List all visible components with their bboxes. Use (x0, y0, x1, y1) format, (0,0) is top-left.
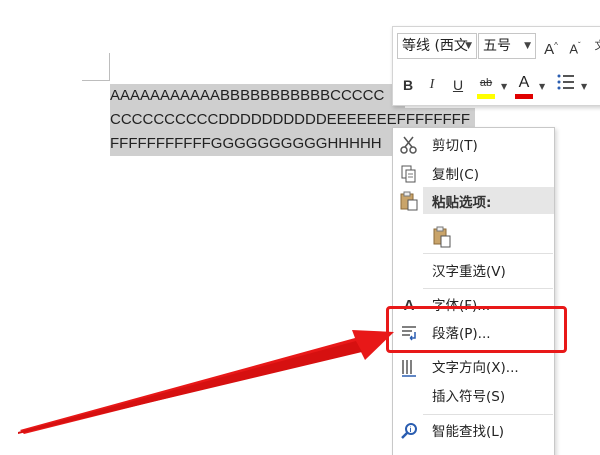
phonetic-guide-icon: 文 (595, 40, 600, 52)
text-direction-icon (399, 358, 419, 378)
highlight-color-button[interactable]: ab (475, 71, 497, 95)
paste-keep-source-formatting-button[interactable] (393, 222, 554, 250)
mini-format-toolbar: 等线 (西文▼ 五号▼ A^ Aˇ 文 B I U ab ▼ A ▼ ▼ (392, 26, 600, 106)
scissors-icon (399, 136, 419, 156)
bold-button[interactable]: B (399, 73, 417, 97)
menu-item-label: 插入符号(S) (432, 389, 506, 405)
menu-item-cut[interactable]: 剪切(T) (393, 132, 554, 160)
paste-options-label: 粘贴选项: (432, 195, 492, 211)
menu-item-reconvert[interactable]: 汉字重选(V) (393, 258, 554, 286)
highlight-callout-box (386, 306, 567, 353)
menu-item-copy[interactable]: 复制(C) (393, 161, 554, 189)
chevron-down-icon: ▼ (524, 41, 531, 51)
svg-text:i: i (410, 427, 412, 434)
menu-item-label: 剪切(T) (432, 138, 478, 154)
grow-font-button[interactable]: A^ (541, 34, 561, 58)
context-menu: 剪切(T) 复制(C) 粘贴选项: 汉字重选(V) A 字体(F)... 段落(… (392, 127, 555, 455)
font-color-button[interactable]: A (515, 71, 533, 95)
chevron-down-icon: ▼ (465, 41, 472, 51)
menu-separator (423, 288, 553, 289)
highlighter-icon: ab (479, 77, 493, 89)
font-size-dropdown[interactable]: 五号 ▼ (478, 33, 536, 59)
font-name-dropdown[interactable]: 等线 (西文 ▼ (397, 33, 477, 59)
chevron-down-icon[interactable]: ▼ (501, 82, 507, 91)
menu-item-label: 复制(C) (432, 167, 479, 183)
font-color-swatch (515, 94, 533, 99)
font-name-value: 等线 (西文 (402, 38, 468, 54)
paste-keep-format-icon (432, 226, 452, 248)
menu-item-label: 汉字重选(V) (432, 264, 506, 280)
menu-separator (423, 253, 553, 254)
clipboard-icon (399, 191, 419, 211)
document-line-3[interactable]: FFFFFFFFFFFGGGGGGGGGGHHHHH (110, 132, 400, 156)
smart-lookup-icon: i (399, 422, 419, 442)
chevron-down-icon[interactable]: ▼ (581, 82, 587, 91)
menu-item-text-direction[interactable]: 文字方向(X)... (393, 354, 554, 382)
highlight-color-swatch (477, 94, 495, 99)
page-corner-mark-vertical (109, 53, 110, 81)
document-line-1[interactable]: AAAAAAAAAAABBBBBBBBBBBCCCCC (110, 84, 405, 108)
menu-separator (423, 414, 553, 415)
grow-font-icon: A (544, 41, 555, 58)
menu-item-label: 智能查找(L) (432, 424, 505, 440)
bullet-list-icon (557, 74, 574, 90)
bullets-button[interactable] (555, 73, 577, 97)
underline-button[interactable]: U (449, 73, 467, 97)
italic-button[interactable]: I (423, 73, 441, 97)
font-size-value: 五号 (483, 38, 511, 54)
menu-item-insert-symbol[interactable]: 插入符号(S) (393, 383, 554, 411)
menu-item-label: 文字方向(X)... (432, 360, 519, 376)
shrink-font-button[interactable]: Aˇ (565, 34, 585, 58)
phonetic-guide-button[interactable]: 文 (591, 34, 600, 58)
chevron-down-icon[interactable]: ▼ (539, 82, 545, 91)
shrink-font-icon: A (569, 41, 578, 57)
page-corner-mark-horizontal (82, 80, 110, 81)
menu-item-smart-lookup[interactable]: i 智能查找(L) (393, 418, 554, 446)
copy-icon (399, 165, 419, 185)
